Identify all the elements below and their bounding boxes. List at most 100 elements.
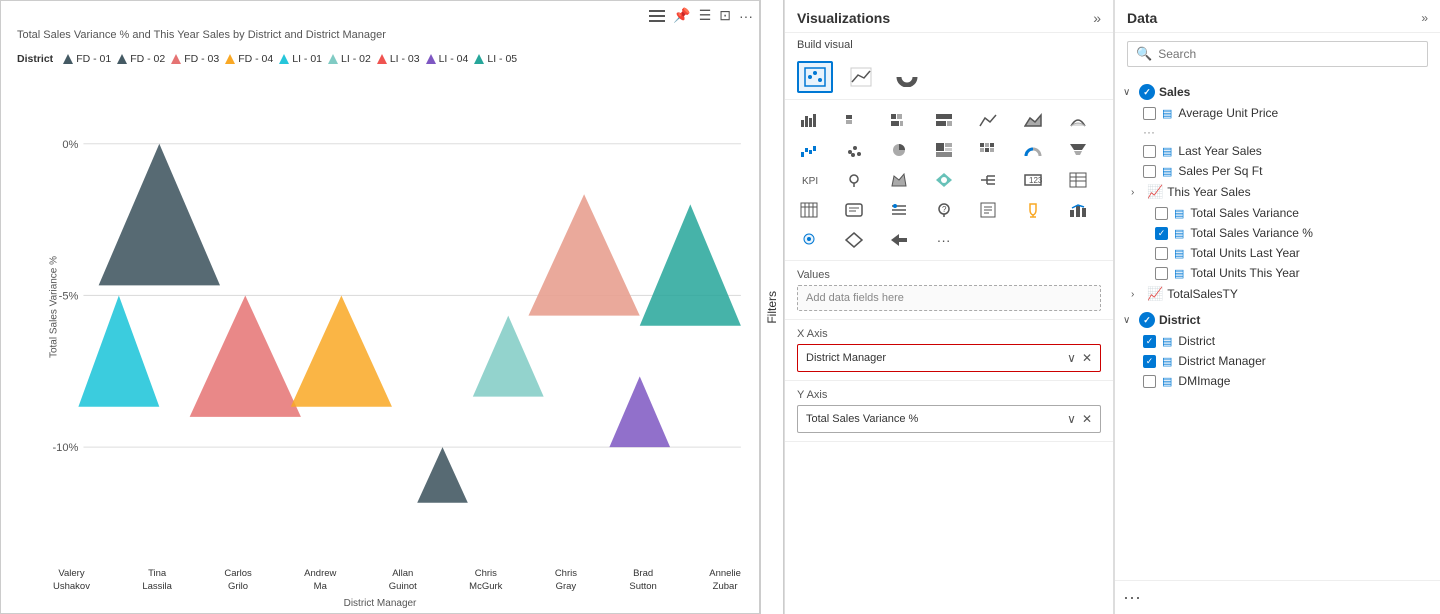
district-manager-icon: ▤	[1162, 355, 1172, 368]
svg-text:0%: 0%	[62, 139, 78, 151]
tree-item-district[interactable]: ✓ ▤ District	[1115, 331, 1440, 351]
x-tick-valery: ValeryUshakov	[53, 568, 90, 593]
tree-item-total-units-ly[interactable]: ▤ Total Units Last Year	[1115, 243, 1440, 263]
total-sales-var-checkbox[interactable]	[1155, 207, 1168, 220]
this-year-expand-icon[interactable]: ›	[1131, 187, 1143, 198]
tree-item-total-sales-var[interactable]: ▤ Total Sales Variance	[1115, 203, 1440, 223]
tree-item-sales-per-sqft[interactable]: ▤ Sales Per Sq Ft	[1115, 161, 1440, 181]
y-axis-label: Y Axis	[797, 389, 1101, 401]
district-expand-icon[interactable]: ∨	[1123, 315, 1135, 326]
y-axis-field-box[interactable]: Total Sales Variance % ∨ ✕	[797, 405, 1101, 433]
map-icon[interactable]	[838, 166, 870, 194]
filter-icon[interactable]: ☰	[699, 7, 712, 24]
tree-item-dmimage[interactable]: ▤ DMImage	[1115, 371, 1440, 391]
dmimage-checkbox[interactable]	[1143, 375, 1156, 388]
funnel-icon[interactable]	[1062, 136, 1094, 164]
search-box[interactable]: 🔍	[1127, 41, 1428, 67]
pie-chart-icon[interactable]	[883, 136, 915, 164]
search-icon: 🔍	[1136, 46, 1152, 62]
x-axis-field-box[interactable]: District Manager ∨ ✕	[797, 344, 1101, 372]
total-units-ly-checkbox[interactable]	[1155, 247, 1168, 260]
tree-item-total-sales-var-pct[interactable]: ✓ ▤ Total Sales Variance %	[1115, 223, 1440, 243]
column-chart-icon[interactable]	[838, 106, 870, 134]
qna-icon[interactable]: ?	[928, 196, 960, 224]
total-units-ly-label: Total Units Last Year	[1190, 246, 1299, 260]
more-icon[interactable]: ···	[739, 8, 753, 24]
ribbon-chart-icon[interactable]	[1062, 106, 1094, 134]
tree-group-sales-header[interactable]: ∨ ✓ Sales	[1115, 81, 1440, 103]
tree-item-last-year-sales[interactable]: ▤ Last Year Sales	[1115, 141, 1440, 161]
x-axis-close-icon[interactable]: ✕	[1082, 351, 1092, 365]
total-sales-ty-label: TotalSalesTY	[1167, 287, 1238, 301]
total-units-ty-checkbox[interactable]	[1155, 267, 1168, 280]
treemap-icon[interactable]	[928, 136, 960, 164]
trophy-icon[interactable]	[1017, 196, 1049, 224]
slicer-icon[interactable]	[883, 196, 915, 224]
district-group-label: District	[1159, 313, 1200, 327]
map2-icon[interactable]	[793, 226, 825, 254]
total-sales-var-pct-checkbox[interactable]: ✓	[1155, 227, 1168, 240]
tree-item-district-manager[interactable]: ✓ ▤ District Manager	[1115, 351, 1440, 371]
this-year-chart-icon: 📈	[1147, 184, 1163, 200]
y-axis-chevron-icon[interactable]: ∨	[1067, 412, 1076, 426]
sales-per-sqft-checkbox[interactable]	[1143, 165, 1156, 178]
search-input[interactable]	[1158, 47, 1419, 61]
filters-label[interactable]: Filters	[765, 291, 779, 324]
gauge-icon[interactable]	[1017, 136, 1049, 164]
smart-narrative-icon[interactable]	[838, 196, 870, 224]
tree-group-district-header[interactable]: ∨ ✓ District	[1115, 309, 1440, 331]
chart-title: Total Sales Variance % and This Year Sal…	[17, 29, 386, 41]
tree-item-avg-price[interactable]: ▤ Average Unit Price	[1115, 103, 1440, 123]
y-axis-close-icon[interactable]: ✕	[1082, 412, 1092, 426]
values-field-box[interactable]: Add data fields here	[797, 285, 1101, 311]
district-label: District	[1178, 334, 1215, 348]
x-axis-chevron-icon[interactable]: ∨	[1067, 351, 1076, 365]
last-year-sales-icon: ▤	[1162, 145, 1172, 158]
bar-combo-icon[interactable]	[1062, 196, 1094, 224]
line-area-icon[interactable]	[972, 106, 1004, 134]
expand-icon[interactable]: ⊡	[719, 7, 731, 24]
waterfall-icon[interactable]	[793, 136, 825, 164]
donut-chart-icon[interactable]	[889, 61, 925, 93]
matrix-icon[interactable]	[972, 136, 1004, 164]
sales-expand-icon[interactable]: ∨	[1123, 87, 1135, 98]
diamond-icon[interactable]	[838, 226, 870, 254]
sales-group-icon: ✓	[1139, 84, 1155, 100]
scatter-chart-icon[interactable]	[797, 61, 833, 93]
viz-expand-button[interactable]: »	[1093, 10, 1101, 26]
total-sales-ty-header[interactable]: › 📈 TotalSalesTY	[1115, 283, 1440, 305]
matrix-table-icon[interactable]	[793, 196, 825, 224]
filled-map-icon[interactable]	[883, 166, 915, 194]
number-card-icon[interactable]: 123	[1017, 166, 1049, 194]
line-chart-icon[interactable]	[843, 61, 879, 93]
bar-chart-icon[interactable]	[793, 106, 825, 134]
x-tick-allan: AllanGuinot	[389, 568, 417, 593]
total-sales-ty-expand-icon[interactable]: ›	[1131, 289, 1143, 300]
tree-item-total-units-ty[interactable]: ▤ Total Units This Year	[1115, 263, 1440, 283]
scatter-icon[interactable]	[838, 136, 870, 164]
area-chart-icon[interactable]	[1017, 106, 1049, 134]
x-tick-andrew: AndrewMa	[304, 568, 336, 593]
paginated-report-icon[interactable]	[972, 196, 1004, 224]
sales-group-label: Sales	[1159, 85, 1190, 99]
avg-price-checkbox[interactable]	[1143, 107, 1156, 120]
100pct-bar-icon[interactable]	[928, 106, 960, 134]
table-icon[interactable]	[1062, 166, 1094, 194]
arrow-icon[interactable]	[883, 226, 915, 254]
total-sales-ty-chart-icon: 📈	[1147, 286, 1163, 302]
more-visuals-icon[interactable]: ···	[928, 226, 960, 254]
x-tick-brad: BradSutton	[629, 568, 656, 593]
svg-text:123: 123	[1029, 176, 1042, 185]
filters-tab[interactable]: Filters	[760, 0, 784, 614]
district-checkbox[interactable]: ✓	[1143, 335, 1156, 348]
kpi-icon[interactable]: KPI	[793, 166, 825, 194]
hamburger-icon[interactable]	[649, 10, 665, 22]
decomposition-tree-icon[interactable]	[972, 166, 1004, 194]
this-year-sales-header[interactable]: › 📈 This Year Sales	[1115, 181, 1440, 203]
pin-icon[interactable]: 📌	[673, 7, 690, 24]
azure-map-icon[interactable]	[928, 166, 960, 194]
data-expand-button[interactable]: »	[1421, 11, 1428, 25]
last-year-sales-checkbox[interactable]	[1143, 145, 1156, 158]
stacked-bar-icon[interactable]	[883, 106, 915, 134]
district-manager-checkbox[interactable]: ✓	[1143, 355, 1156, 368]
